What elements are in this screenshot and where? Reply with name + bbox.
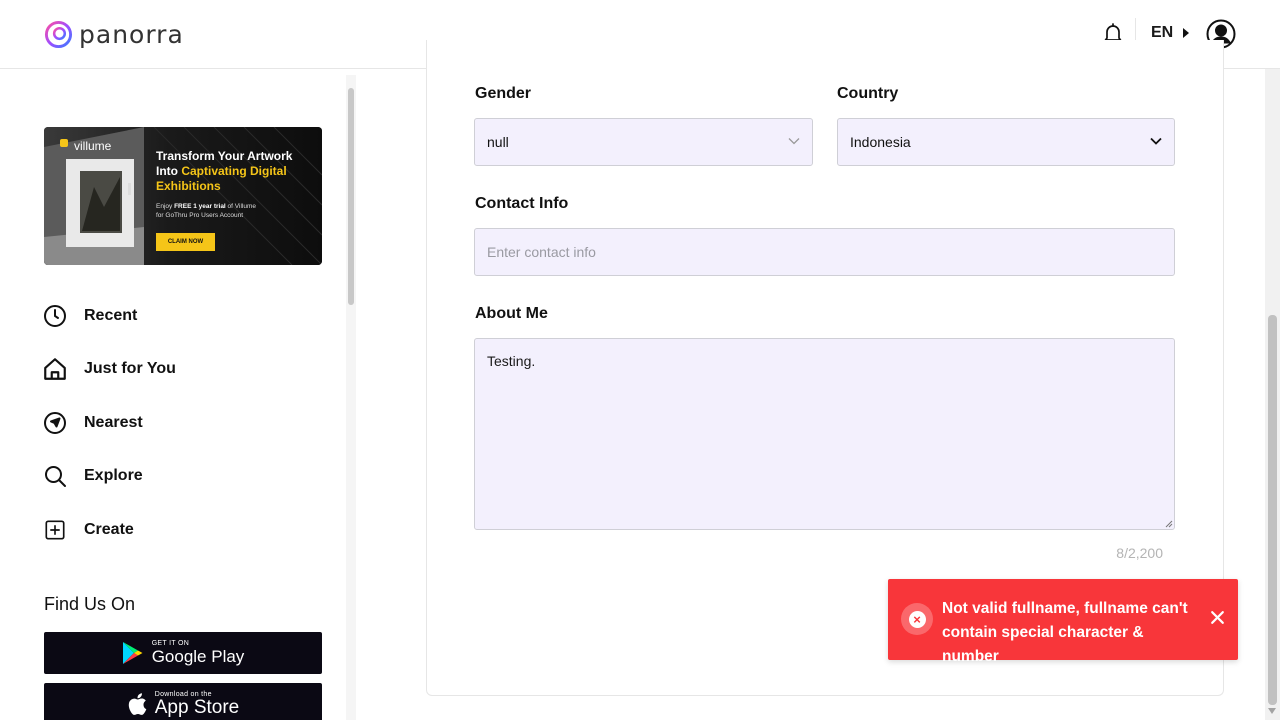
chevron-down-icon — [788, 138, 800, 145]
google-play-text: GET IT ON Google Play — [152, 640, 245, 666]
sidebar: villume Transform Your Artwork Into Capt… — [0, 69, 346, 720]
banner-headline-line-1: Transform Your Artwork — [156, 149, 293, 163]
about-me-textarea[interactable]: Testing. — [474, 338, 1175, 530]
banner-headline: Transform Your Artwork Into Captivating … — [156, 149, 292, 194]
clock-icon — [42, 303, 68, 329]
sidebar-item-label: Just for You — [84, 360, 176, 378]
scroll-down-arrow-icon[interactable] — [1268, 708, 1276, 714]
contact-info-placeholder: Enter contact info — [487, 244, 596, 260]
gender-value: null — [487, 134, 509, 150]
error-toast-message: Not valid fullname, fullname can't conta… — [942, 600, 1188, 665]
search-icon — [42, 463, 68, 489]
contact-info-input[interactable]: Enter contact info — [474, 228, 1175, 276]
apple-icon — [128, 693, 147, 715]
sidebar-nav: Recent Just for You Nearest Explore Crea… — [42, 289, 176, 557]
claim-now-label: CLAIM NOW — [167, 239, 204, 245]
about-me-char-counter: 8/2,200 — [1116, 545, 1163, 561]
claim-now-button[interactable]: CLAIM NOW — [156, 233, 215, 251]
page-scrollbar-thumb[interactable] — [1268, 315, 1277, 705]
google-play-big: Google Play — [151, 647, 245, 666]
error-circle-icon: × — [901, 603, 933, 635]
banner-subtext-line-1: Enjoy FREE 1 year trial of Villume — [156, 202, 256, 211]
gender-label: Gender — [475, 85, 532, 102]
sidebar-item-just-for-you[interactable]: Just for You — [42, 343, 176, 397]
banner-headline-line-2: Into Captivating Digital — [156, 164, 292, 179]
resize-handle-icon[interactable] — [1165, 520, 1173, 528]
sidebar-item-create[interactable]: Create — [42, 503, 176, 557]
banner-headline-line-3: Exhibitions — [156, 179, 221, 193]
panorra-logo-icon — [44, 20, 73, 49]
sidebar-item-label: Create — [84, 520, 134, 538]
country-label: Country — [837, 85, 899, 102]
banner-brand: villume — [74, 139, 112, 153]
plus-square-icon — [42, 517, 68, 543]
error-toast: × Not valid fullname, fullname can't con… — [888, 579, 1238, 665]
banner-subtext-line-2: for GoThru Pro Users Account — [156, 212, 244, 219]
google-play-icon — [122, 642, 143, 664]
logo[interactable]: panorra — [44, 20, 184, 49]
app-store-button[interactable]: Download on the App Store — [44, 683, 322, 720]
country-select[interactable]: Indonesia — [837, 118, 1175, 166]
sidebar-item-label: Recent — [84, 306, 138, 324]
chevron-down-icon — [1150, 137, 1162, 145]
banner-sub-prefix: Enjoy — [156, 203, 175, 210]
villume-promo-banner[interactable]: villume Transform Your Artwork Into Capt… — [44, 127, 322, 265]
navigation-icon — [42, 410, 68, 436]
brand-name: panorra — [79, 20, 184, 49]
close-icon[interactable] — [1209, 609, 1226, 626]
sidebar-scrollbar-thumb[interactable] — [348, 88, 354, 305]
about-me-value: Testing. — [487, 353, 536, 369]
find-us-title: Find Us On — [44, 594, 136, 614]
sidebar-item-recent[interactable]: Recent — [42, 289, 176, 343]
app-store-big: App Store — [154, 697, 240, 718]
banner-sub-bold: FREE 1 year trial — [174, 203, 226, 210]
sidebar-item-explore[interactable]: Explore — [42, 450, 176, 504]
contact-info-label: Contact Info — [475, 195, 569, 212]
about-me-label: About Me — [475, 305, 548, 322]
banner-headline-highlight: Captivating Digital — [181, 164, 287, 178]
home-icon — [42, 356, 68, 382]
google-play-button[interactable]: GET IT ON Google Play — [44, 632, 322, 674]
country-value: Indonesia — [850, 134, 911, 150]
banner-sub-suffix: of Villume — [225, 203, 256, 210]
sidebar-item-label: Nearest — [84, 413, 143, 431]
sidebar-item-label: Explore — [84, 467, 143, 485]
banner-headline-prefix: Into — [156, 164, 182, 178]
app-store-text: Download on the App Store — [155, 691, 240, 717]
caret-right-icon — [1183, 28, 1190, 38]
gender-select[interactable]: null — [474, 118, 813, 166]
banner-subtext: Enjoy FREE 1 year trial of Villume for G… — [156, 202, 256, 220]
sidebar-item-nearest[interactable]: Nearest — [42, 396, 176, 450]
